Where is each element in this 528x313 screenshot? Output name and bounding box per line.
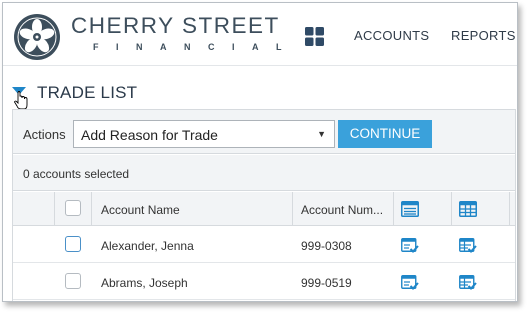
table-header: Account Name Account Num...	[13, 192, 515, 226]
actions-dropdown-value: Add Reason for Trade	[81, 127, 218, 143]
actions-label: Actions	[23, 127, 66, 142]
actions-dropdown[interactable]: Add Reason for Trade ▼	[73, 120, 335, 148]
table-check-icon[interactable]	[459, 238, 477, 254]
top-header: CHERRY STREET FINANCIAL ACCOUNTS REPORTS	[3, 3, 517, 66]
cherry-blossom-logo	[14, 14, 60, 60]
table-check-icon[interactable]	[459, 275, 477, 291]
column-header-account-name[interactable]: Account Name	[101, 203, 180, 217]
account-name: Abrams, Joseph	[101, 276, 188, 290]
brand-name: CHERRY STREET	[71, 13, 280, 38]
account-number: 999-0519	[301, 276, 352, 290]
account-name: Alexander, Jenna	[101, 239, 194, 253]
grid-icon[interactable]	[305, 27, 324, 46]
row-checkbox[interactable]	[65, 273, 81, 289]
chevron-down-icon: ▼	[317, 129, 326, 139]
account-number: 999-0308	[301, 239, 352, 253]
table-row[interactable]: Alexander, Jenna 999-0308	[13, 227, 515, 263]
column-divider	[451, 192, 452, 225]
continue-button[interactable]: CONTINUE	[338, 120, 432, 148]
column-divider	[509, 192, 510, 225]
column-divider	[91, 192, 92, 225]
nav-reports[interactable]: REPORTS	[451, 28, 516, 43]
table-view-icon[interactable]	[459, 201, 477, 217]
column-header-account-number[interactable]: Account Num...	[301, 203, 383, 217]
selection-status-bar: 0 accounts selected	[13, 155, 515, 191]
list-check-icon[interactable]	[401, 275, 419, 291]
table-row[interactable]: Abrams, Joseph 999-0519	[13, 264, 515, 300]
trade-list-panel: Actions Add Reason for Trade ▼ CONTINUE …	[12, 109, 516, 301]
select-all-checkbox[interactable]	[65, 200, 81, 216]
column-divider	[393, 192, 394, 225]
row-checkbox[interactable]	[65, 236, 81, 252]
nav-accounts[interactable]: ACCOUNTS	[354, 28, 429, 43]
selection-count: 0 accounts selected	[23, 167, 130, 181]
brand-subtitle: FINANCIAL	[93, 42, 299, 52]
list-check-icon[interactable]	[401, 238, 419, 254]
caret-down-icon[interactable]	[11, 85, 29, 111]
actions-bar: Actions Add Reason for Trade ▼ CONTINUE	[13, 110, 515, 154]
list-view-icon[interactable]	[401, 201, 419, 217]
column-divider	[54, 192, 55, 225]
app-window: CHERRY STREET FINANCIAL ACCOUNTS REPORTS…	[2, 2, 518, 302]
section-title: TRADE LIST	[37, 83, 138, 102]
column-divider	[292, 192, 293, 225]
